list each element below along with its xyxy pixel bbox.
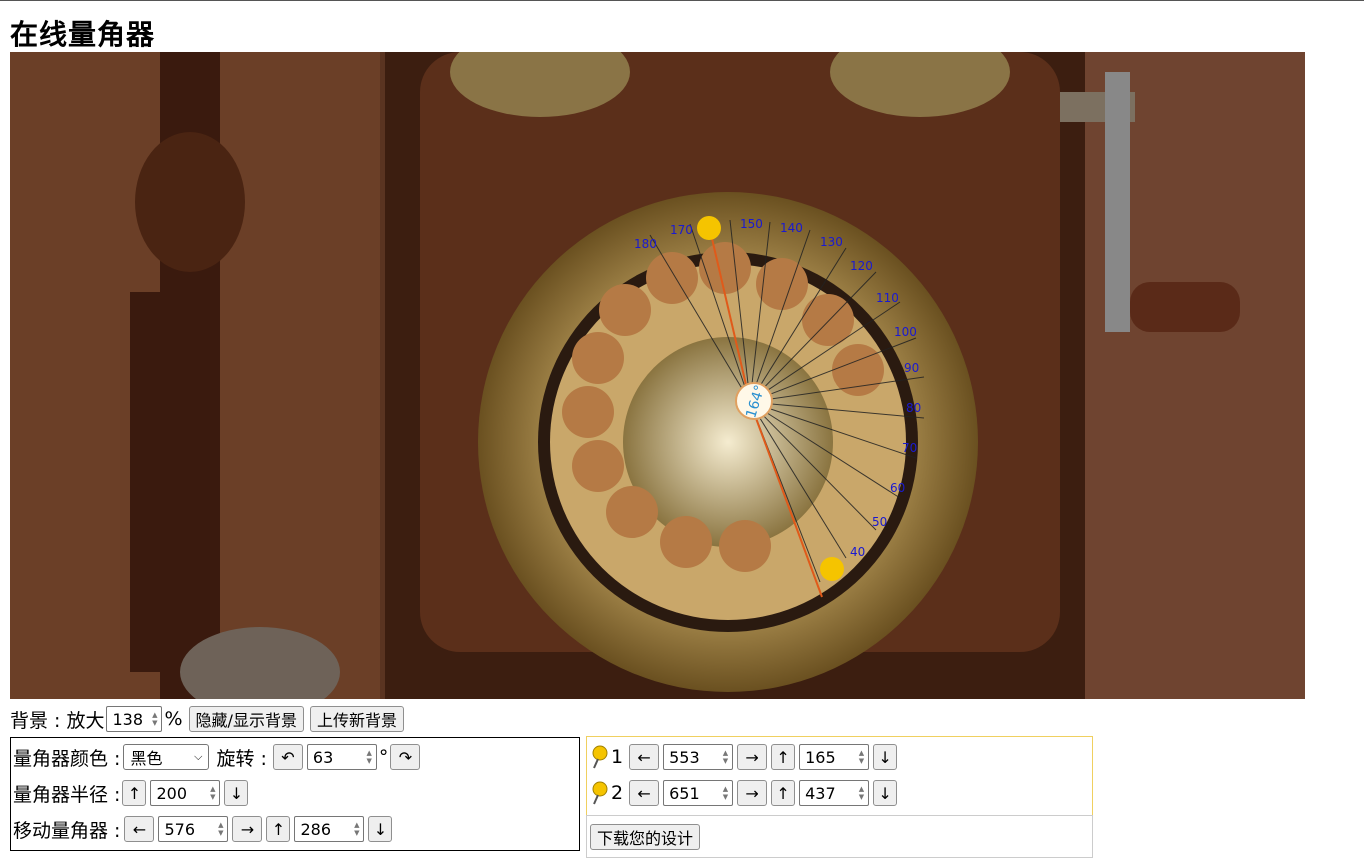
rotate-input[interactable]: 63 ▲ ▼ xyxy=(306,744,377,770)
svg-text:100: 100 xyxy=(894,325,917,339)
spinner-icon[interactable]: ▲ ▼ xyxy=(152,711,157,727)
upload-background-button[interactable]: 上传新背景 xyxy=(309,706,404,732)
svg-text:50: 50 xyxy=(872,515,887,529)
rotate-ccw-button[interactable]: ↶ xyxy=(272,744,303,770)
point-1-up-button[interactable]: ↑ xyxy=(771,744,796,770)
point-1-left-button[interactable]: ← xyxy=(629,744,660,770)
degree-symbol: ° xyxy=(378,746,389,768)
pin-icon xyxy=(591,745,609,769)
point-2-right-button[interactable]: → xyxy=(737,780,768,806)
spinner-icon[interactable]: ▲ ▼ xyxy=(859,785,864,801)
point-1-down-button[interactable]: ↓ xyxy=(873,744,898,770)
point-2-y-input[interactable]: 437 ▲ ▼ xyxy=(799,780,870,806)
point-2-up-button[interactable]: ↑ xyxy=(771,780,796,806)
radius-label: 量角器半径 : xyxy=(13,783,121,806)
svg-text:70: 70 xyxy=(902,441,917,455)
spinner-icon[interactable]: ▲ ▼ xyxy=(859,749,864,765)
rotate-cw-button[interactable]: ↷ xyxy=(390,744,421,770)
spinner-icon[interactable]: ▲ ▼ xyxy=(723,749,728,765)
point-index: 2 xyxy=(611,782,624,804)
color-select[interactable]: 黑色 ⌵ xyxy=(123,744,210,770)
point-row-1: 1 ← 553 ▲ ▼ → ↑ 165 ▲ ▼ ↓ xyxy=(591,741,899,773)
protractor-settings-panel: 量角器颜色 : 黑色 ⌵ 旋转 : ↶ 63 ▲ ▼ ° ↷ 量角器半径 : ↑ … xyxy=(10,737,580,851)
move-up-button[interactable]: ↑ xyxy=(266,816,291,842)
move-left-button[interactable]: ← xyxy=(124,816,155,842)
points-panel: 1 ← 553 ▲ ▼ → ↑ 165 ▲ ▼ ↓ 2 ← 651 ▲ ▼ → ↑ 4… xyxy=(586,736,1093,816)
spinner-icon[interactable]: ▲ ▼ xyxy=(354,821,359,837)
svg-text:80: 80 xyxy=(906,401,921,415)
percent-label: % xyxy=(164,708,183,730)
point-1-right-button[interactable]: → xyxy=(737,744,768,770)
move-x-input[interactable]: 576 ▲ ▼ xyxy=(158,816,229,842)
svg-text:180: 180 xyxy=(634,237,657,251)
background-zoom-label: 背景 : 放大 xyxy=(10,709,105,732)
point-2-handle[interactable] xyxy=(820,557,844,581)
spinner-icon[interactable]: ▲ ▼ xyxy=(723,785,728,801)
radius-decrease-button[interactable]: ↓ xyxy=(224,780,249,806)
point-1-y-input[interactable]: 165 ▲ ▼ xyxy=(799,744,870,770)
svg-text:90: 90 xyxy=(904,361,919,375)
point-row-2: 2 ← 651 ▲ ▼ → ↑ 437 ▲ ▼ ↓ xyxy=(591,777,899,809)
chevron-down-icon: ⌵ xyxy=(194,750,203,763)
point-index: 1 xyxy=(611,746,624,768)
page-title: 在线量角器 xyxy=(10,18,156,51)
svg-text:60: 60 xyxy=(890,481,905,495)
spinner-icon[interactable]: ▲ ▼ xyxy=(218,821,223,837)
move-down-button[interactable]: ↓ xyxy=(368,816,393,842)
download-button[interactable]: 下载您的设计 xyxy=(590,824,701,850)
move-label: 移动量角器 : xyxy=(13,819,121,842)
spinner-icon[interactable]: ▲ ▼ xyxy=(367,749,372,765)
svg-text:120: 120 xyxy=(850,259,873,273)
background-canvas[interactable]: 180 170 150 140 130 120 110 100 90 80 70… xyxy=(10,52,1305,699)
move-y-input[interactable]: 286 ▲ ▼ xyxy=(294,816,365,842)
background-photo: 180 170 150 140 130 120 110 100 90 80 70… xyxy=(10,52,1305,699)
move-right-button[interactable]: → xyxy=(232,816,263,842)
point-2-x-input[interactable]: 651 ▲ ▼ xyxy=(663,780,734,806)
radius-increase-button[interactable]: ↑ xyxy=(122,780,147,806)
point-1-handle[interactable] xyxy=(697,216,721,240)
svg-text:110: 110 xyxy=(876,291,899,305)
spinner-icon[interactable]: ▲ ▼ xyxy=(210,785,215,801)
svg-text:140: 140 xyxy=(780,221,803,235)
pin-icon xyxy=(591,781,609,805)
download-panel: 下载您的设计 xyxy=(586,815,1093,858)
background-zoom-input[interactable]: 138 ▲ ▼ xyxy=(106,706,163,732)
svg-text:150: 150 xyxy=(740,217,763,231)
color-label: 量角器颜色 : xyxy=(13,747,121,770)
point-2-left-button[interactable]: ← xyxy=(629,780,660,806)
svg-text:170: 170 xyxy=(670,223,693,237)
point-2-down-button[interactable]: ↓ xyxy=(873,780,898,806)
background-controls: 背景 : 放大 138 ▲ ▼ % 隐藏/显示背景 上传新背景 xyxy=(10,704,406,734)
svg-text:40: 40 xyxy=(850,545,865,559)
svg-text:130: 130 xyxy=(820,235,843,249)
point-1-x-input[interactable]: 553 ▲ ▼ xyxy=(663,744,734,770)
radius-input[interactable]: 200 ▲ ▼ xyxy=(150,780,221,806)
toggle-background-button[interactable]: 隐藏/显示背景 xyxy=(188,706,304,732)
rotate-label: 旋转 : xyxy=(216,747,267,770)
